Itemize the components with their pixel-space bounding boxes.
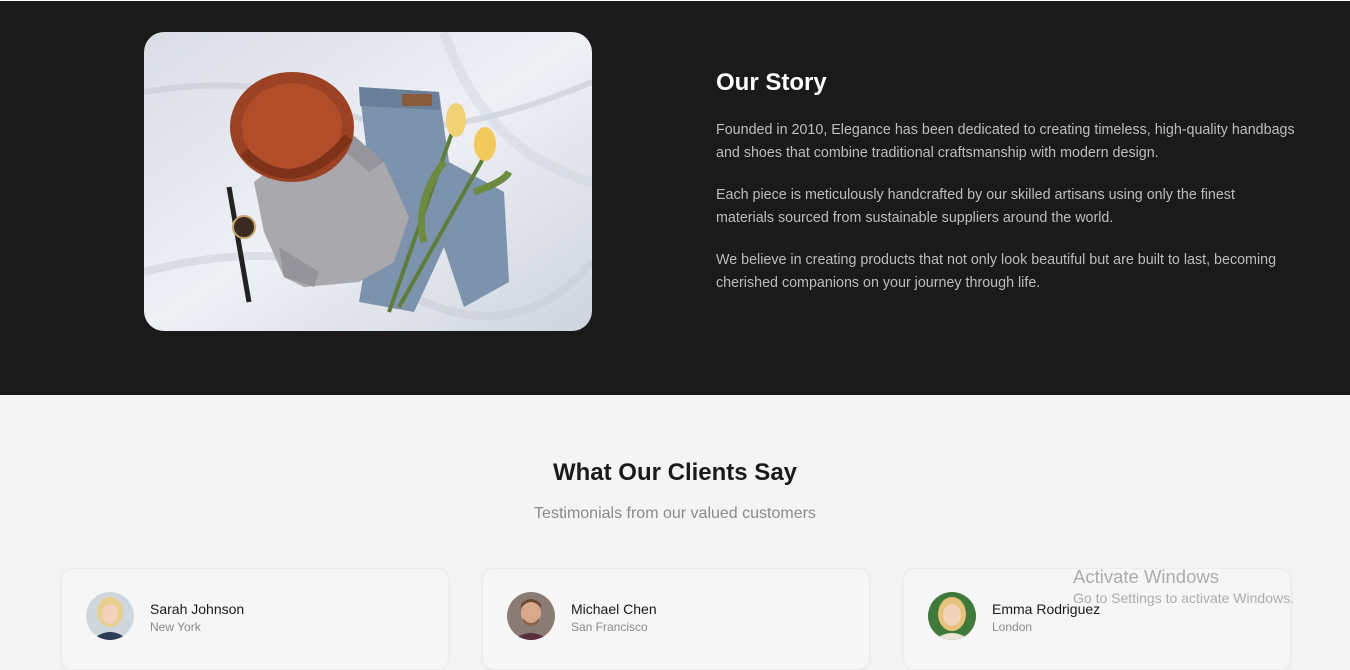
avatar	[507, 592, 555, 640]
client-location: San Francisco	[571, 620, 648, 634]
story-text-block: Our Story Founded in 2010, Elegance has …	[716, 69, 1296, 314]
story-title: Our Story	[716, 69, 827, 96]
avatar	[86, 592, 134, 640]
client-name: Sarah Johnson	[150, 601, 245, 617]
watermark-title: Activate Windows	[1073, 566, 1219, 587]
testimonial-card: Michael Chen San Francisco	[482, 568, 870, 670]
story-paragraph-2: Each piece is meticulously handcrafted b…	[716, 187, 1235, 226]
story-paragraph-3: We believe in creating products that not…	[716, 252, 1277, 291]
testimonial-card: Sarah Johnson New York	[61, 568, 449, 670]
our-story-section: Our Story Founded in 2010, Elegance has …	[0, 0, 1350, 395]
avatar	[928, 592, 976, 640]
client-location: London	[992, 620, 1033, 634]
watermark-subtitle: Go to Settings to activate Windows.	[1073, 590, 1294, 606]
story-paragraph-1: Founded in 2010, Elegance has been dedic…	[716, 122, 1295, 161]
client-name: Michael Chen	[571, 601, 657, 617]
testimonials-subtitle: Testimonials from our valued customers	[534, 505, 816, 522]
testimonials-title: What Our Clients Say	[552, 459, 798, 486]
story-flatlay-image	[144, 32, 592, 331]
client-location: New York	[150, 620, 201, 634]
activate-windows-watermark: Activate Windows Go to Settings to activ…	[1073, 566, 1294, 608]
